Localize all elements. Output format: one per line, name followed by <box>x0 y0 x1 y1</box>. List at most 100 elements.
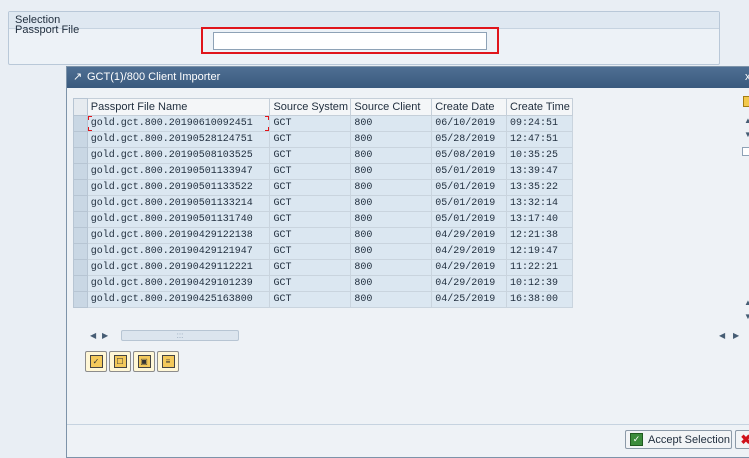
passport-file-name-cell[interactable]: gold.gct.800.20190429122138 <box>86 227 271 244</box>
source-system-cell[interactable]: GCT <box>269 275 352 292</box>
scroll-thumb[interactable]: ::: <box>121 330 239 341</box>
create-date-cell[interactable]: 05/28/2019 <box>431 131 507 148</box>
scroll-left-end-icon[interactable]: ◀ <box>719 330 725 341</box>
row-selector[interactable] <box>73 179 88 196</box>
row-selector[interactable] <box>73 211 88 228</box>
column-header[interactable]: Passport File Name <box>86 98 271 116</box>
row-selector[interactable] <box>73 259 88 276</box>
source-client-cell[interactable]: 800 <box>350 115 433 132</box>
row-selector[interactable] <box>73 275 88 292</box>
scroll-left-icon[interactable]: ◀ <box>90 330 96 341</box>
source-system-cell[interactable]: GCT <box>269 115 352 132</box>
passport-file-name-cell[interactable]: gold.gct.800.20190501131740 <box>86 211 271 228</box>
scroll-up-small-icon[interactable]: ▲ <box>744 299 749 307</box>
create-time-cell[interactable]: 13:32:14 <box>506 195 573 212</box>
create-date-cell[interactable]: 05/01/2019 <box>431 195 507 212</box>
table-row[interactable]: gold.gct.800.20190425163800 GCT 800 04/2… <box>73 291 573 308</box>
create-time-cell[interactable]: 09:24:51 <box>506 115 573 132</box>
create-date-cell[interactable]: 05/01/2019 <box>431 211 507 228</box>
create-time-cell[interactable]: 16:38:00 <box>506 291 573 308</box>
scroll-right-icon[interactable]: ▶ <box>102 330 108 341</box>
source-client-cell[interactable]: 800 <box>350 131 433 148</box>
source-system-cell[interactable]: GCT <box>269 179 352 196</box>
source-system-cell[interactable]: GCT <box>269 227 352 244</box>
table-row[interactable]: gold.gct.800.20190429112221 GCT 800 04/2… <box>73 259 573 276</box>
source-client-cell[interactable]: 800 <box>350 211 433 228</box>
scroll-down-small-icon[interactable]: ▼ <box>744 313 749 321</box>
table-row[interactable]: gold.gct.800.20190501133522 GCT 800 05/0… <box>73 179 573 196</box>
create-time-cell[interactable]: 11:22:21 <box>506 259 573 276</box>
source-system-cell[interactable]: GCT <box>269 243 352 260</box>
source-system-cell[interactable]: GCT <box>269 211 352 228</box>
table-row[interactable]: gold.gct.800.20190508103525 GCT 800 05/0… <box>73 147 573 164</box>
passport-file-input[interactable] <box>213 32 487 50</box>
create-date-cell[interactable]: 04/29/2019 <box>431 243 507 260</box>
passport-file-name-cell[interactable]: gold.gct.800.20190429101239 <box>86 275 271 292</box>
select-block-button[interactable]: ▣ <box>133 351 155 372</box>
close-icon[interactable]: x <box>745 70 749 84</box>
table-row[interactable]: gold.gct.800.20190429122138 GCT 800 04/2… <box>73 227 573 244</box>
passport-file-name-cell[interactable]: gold.gct.800.20190501133947 <box>86 163 271 180</box>
column-config-icon[interactable] <box>742 147 749 156</box>
source-client-cell[interactable]: 800 <box>350 163 433 180</box>
source-system-cell[interactable]: GCT <box>269 259 352 276</box>
row-selector[interactable] <box>73 291 88 308</box>
passport-file-name-cell[interactable]: gold.gct.800.20190528124751 <box>86 131 271 148</box>
source-client-cell[interactable]: 800 <box>350 275 433 292</box>
layout-settings-icon[interactable] <box>743 96 749 107</box>
row-selector[interactable] <box>73 243 88 260</box>
table-row[interactable]: gold.gct.800.20190501133947 GCT 800 05/0… <box>73 163 573 180</box>
create-time-cell[interactable]: 13:35:22 <box>506 179 573 196</box>
accept-selection-button[interactable]: ✓ Accept Selection <box>625 430 732 449</box>
passport-file-name-cell[interactable]: gold.gct.800.20190429112221 <box>86 259 271 276</box>
table-row[interactable]: gold.gct.800.20190501131740 GCT 800 05/0… <box>73 211 573 228</box>
source-system-cell[interactable]: GCT <box>269 291 352 308</box>
row-selector[interactable] <box>73 163 88 180</box>
create-date-cell[interactable]: 05/08/2019 <box>431 147 507 164</box>
scroll-right-end-icon[interactable]: ▶ <box>733 330 739 341</box>
passport-file-name-cell[interactable]: gold.gct.800.20190501133522 <box>86 179 271 196</box>
column-header[interactable]: Source Client <box>350 98 433 116</box>
row-selector[interactable] <box>73 131 88 148</box>
source-system-cell[interactable]: GCT <box>269 131 352 148</box>
create-date-cell[interactable]: 04/29/2019 <box>431 259 507 276</box>
source-system-cell[interactable]: GCT <box>269 195 352 212</box>
cancel-button[interactable]: ✖ <box>735 430 749 449</box>
create-date-cell[interactable]: 04/29/2019 <box>431 275 507 292</box>
row-selector[interactable] <box>73 147 88 164</box>
column-header[interactable]: Source System <box>269 98 352 116</box>
source-client-cell[interactable]: 800 <box>350 179 433 196</box>
create-date-cell[interactable]: 05/01/2019 <box>431 179 507 196</box>
column-header[interactable]: Create Date <box>431 98 507 116</box>
create-time-cell[interactable]: 13:17:40 <box>506 211 573 228</box>
details-button[interactable]: ≡ <box>157 351 179 372</box>
scroll-up-icon[interactable]: ▲ <box>744 117 749 125</box>
source-client-cell[interactable]: 800 <box>350 243 433 260</box>
column-header[interactable]: Create Time <box>506 98 573 116</box>
source-client-cell[interactable]: 800 <box>350 147 433 164</box>
create-date-cell[interactable]: 04/25/2019 <box>431 291 507 308</box>
passport-file-name-cell[interactable]: gold.gct.800.20190429121947 <box>86 243 271 260</box>
select-all-button[interactable]: ✓ <box>85 351 107 372</box>
source-client-cell[interactable]: 800 <box>350 227 433 244</box>
table-row[interactable]: gold.gct.800.20190429101239 GCT 800 04/2… <box>73 275 573 292</box>
source-system-cell[interactable]: GCT <box>269 163 352 180</box>
table-row[interactable]: gold.gct.800.20190528124751 GCT 800 05/2… <box>73 131 573 148</box>
row-selector[interactable] <box>73 115 88 132</box>
create-time-cell[interactable]: 13:39:47 <box>506 163 573 180</box>
source-system-cell[interactable]: GCT <box>269 147 352 164</box>
create-time-cell[interactable]: 12:21:38 <box>506 227 573 244</box>
passport-file-name-cell[interactable]: gold.gct.800.20190610092451 <box>86 115 271 132</box>
source-client-cell[interactable]: 800 <box>350 291 433 308</box>
row-selector[interactable] <box>73 227 88 244</box>
create-date-cell[interactable]: 05/01/2019 <box>431 163 507 180</box>
create-time-cell[interactable]: 10:35:25 <box>506 147 573 164</box>
scroll-down-icon[interactable]: ▼ <box>744 131 749 139</box>
horizontal-scrollbar[interactable]: ◀ ▶ ::: ◀ ▶ <box>73 329 749 342</box>
source-client-cell[interactable]: 800 <box>350 195 433 212</box>
create-date-cell[interactable]: 04/29/2019 <box>431 227 507 244</box>
create-time-cell[interactable]: 10:12:39 <box>506 275 573 292</box>
source-client-cell[interactable]: 800 <box>350 259 433 276</box>
create-date-cell[interactable]: 06/10/2019 <box>431 115 507 132</box>
passport-file-name-cell[interactable]: gold.gct.800.20190425163800 <box>86 291 271 308</box>
